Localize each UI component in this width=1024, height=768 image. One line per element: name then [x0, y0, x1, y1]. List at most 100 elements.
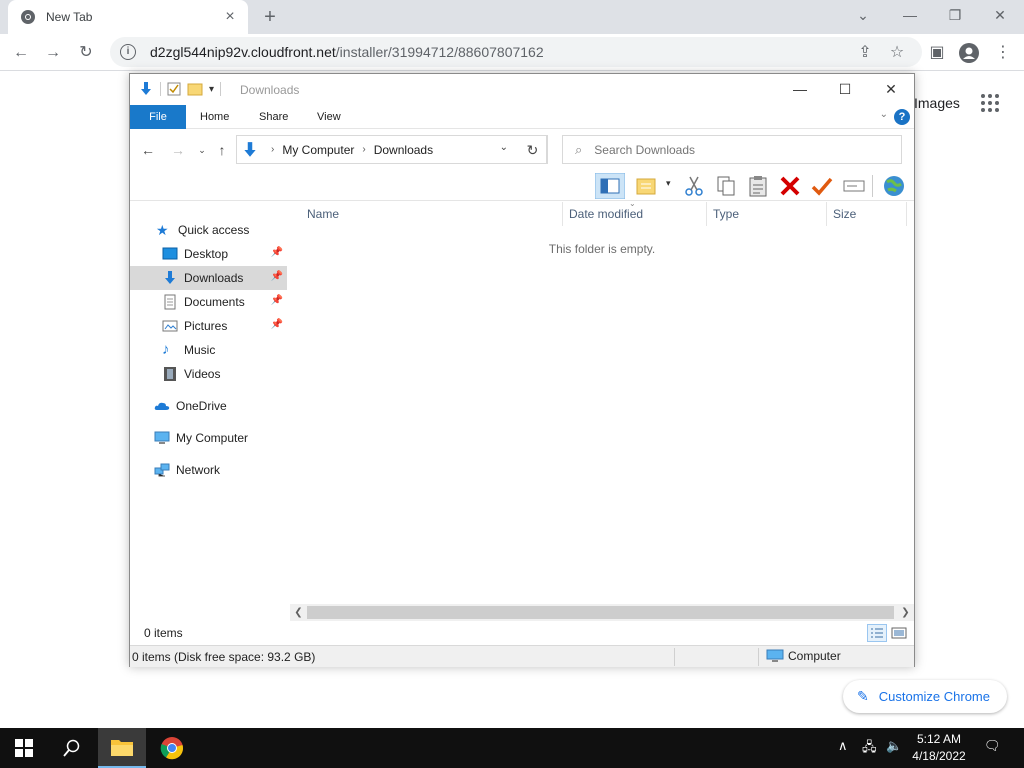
- help-icon[interactable]: ?: [894, 109, 910, 125]
- system-clock[interactable]: 5:12 AM 4/18/2022: [904, 731, 974, 765]
- breadcrumb-downloads[interactable]: Downloads: [374, 143, 433, 157]
- details-view-button[interactable]: [867, 624, 887, 642]
- chrome-favicon-icon: [21, 10, 35, 24]
- forward-button[interactable]: →: [40, 40, 66, 66]
- tab-file[interactable]: File: [130, 105, 186, 129]
- show-hidden-icons-icon[interactable]: ∧: [838, 738, 848, 754]
- browser-toolbar: ← → ↻ i d2zgl544nip92v.cloudfront.net/in…: [0, 34, 1024, 71]
- navigation-pane: ★ Quick access Desktop 📌 Downloads 📌 Doc…: [130, 202, 290, 613]
- cut-icon[interactable]: [682, 174, 706, 198]
- chrome-menu-icon[interactable]: ⋮: [990, 40, 1016, 66]
- bookmark-star-icon[interactable]: ☆: [884, 40, 910, 66]
- tab-home[interactable]: Home: [192, 105, 237, 129]
- sidebar-item-documents[interactable]: Documents 📌: [130, 290, 287, 314]
- site-info-icon[interactable]: i: [120, 44, 136, 60]
- start-button[interactable]: [0, 728, 48, 768]
- large-icons-view-button[interactable]: [889, 624, 909, 642]
- file-explorer-taskbar-button[interactable]: [98, 728, 146, 768]
- scroll-right-icon[interactable]: ❯: [897, 604, 914, 621]
- tab-search-icon[interactable]: ⌄: [848, 4, 878, 26]
- search-box[interactable]: ⌕: [562, 135, 902, 164]
- videos-icon: [164, 367, 176, 381]
- sidebar-item-pictures[interactable]: Pictures 📌: [130, 314, 287, 338]
- new-tab-button[interactable]: +: [258, 5, 282, 29]
- sidebar-item-quick-access[interactable]: ★ Quick access: [130, 218, 287, 242]
- nav-back-button[interactable]: ←: [138, 140, 158, 160]
- sidebar-item-label: Quick access: [178, 223, 250, 237]
- address-dropdown-icon[interactable]: ⌄: [500, 142, 508, 153]
- search-input[interactable]: [594, 142, 875, 157]
- tab-share[interactable]: Share: [251, 105, 296, 129]
- explorer-maximize-button[interactable]: ☐: [825, 78, 865, 100]
- network-globe-icon[interactable]: [882, 174, 906, 198]
- onedrive-cloud-icon: [154, 402, 170, 410]
- tab-close-icon[interactable]: ×: [222, 9, 238, 25]
- navigation-bar: ← → ⌄ ↑ › My Computer › Downloads ⌄ ↻ ⌕: [130, 130, 914, 170]
- volume-icon[interactable]: 🔈: [886, 738, 902, 754]
- tab-view[interactable]: View: [309, 105, 349, 129]
- recent-locations-button[interactable]: ⌄: [192, 140, 212, 160]
- sidebar-item-downloads[interactable]: Downloads 📌: [130, 266, 287, 290]
- browser-tab[interactable]: New Tab ×: [8, 0, 248, 34]
- explorer-close-button[interactable]: ✕: [871, 78, 911, 100]
- pencil-icon: ✎: [857, 688, 869, 704]
- paste-icon[interactable]: [746, 174, 770, 198]
- file-list[interactable]: Name Date modified ⌄ Type Size This fold…: [290, 199, 914, 602]
- omnibox[interactable]: i d2zgl544nip92v.cloudfront.net/installe…: [110, 37, 922, 67]
- qat-dropdown-icon[interactable]: ▾: [209, 84, 214, 95]
- new-folder-icon[interactable]: [187, 82, 203, 96]
- sidebar-item-videos[interactable]: Videos: [130, 362, 287, 386]
- properties-icon[interactable]: [167, 82, 181, 96]
- folder-options-dropdown-icon[interactable]: ▾: [666, 178, 671, 189]
- rename-icon[interactable]: [842, 174, 866, 198]
- sidebar-item-network[interactable]: Network: [130, 458, 287, 482]
- nav-forward-button[interactable]: →: [168, 140, 188, 160]
- status-divider: [674, 648, 675, 666]
- scrollbar-thumb[interactable]: [307, 606, 894, 619]
- sidebar-item-label: Downloads: [184, 271, 244, 285]
- ribbon: File Home Share View ⌄ ?: [130, 105, 914, 129]
- breadcrumb-my-computer[interactable]: My Computer: [282, 143, 354, 157]
- restore-button[interactable]: ❐: [940, 4, 970, 26]
- delete-icon[interactable]: [778, 174, 802, 198]
- clock-date: 4/18/2022: [912, 749, 966, 763]
- back-button[interactable]: ←: [8, 40, 34, 66]
- share-icon[interactable]: ⇪: [852, 40, 878, 66]
- profile-avatar[interactable]: [956, 40, 982, 66]
- breadcrumb-separator-icon[interactable]: ›: [271, 144, 274, 155]
- up-button[interactable]: ↑: [212, 140, 232, 160]
- computer-icon: [766, 649, 784, 662]
- sidebar-item-music[interactable]: ♪ Music: [130, 338, 287, 362]
- notifications-icon[interactable]: 🗨: [984, 738, 1001, 754]
- sidebar-item-desktop[interactable]: Desktop 📌: [130, 242, 287, 266]
- google-apps-icon[interactable]: [980, 93, 1000, 113]
- column-header-name[interactable]: Name: [301, 202, 563, 226]
- explorer-minimize-button[interactable]: —: [780, 78, 820, 100]
- check-icon[interactable]: [810, 174, 834, 198]
- images-link[interactable]: Images: [914, 95, 960, 111]
- refresh-button[interactable]: ↻: [518, 135, 548, 164]
- folder-options-icon[interactable]: [635, 174, 659, 198]
- reload-button[interactable]: ↻: [73, 40, 99, 66]
- network-tray-icon[interactable]: 🖧: [862, 738, 877, 760]
- search-taskbar-button[interactable]: [48, 728, 96, 768]
- chrome-taskbar-button[interactable]: [148, 728, 196, 768]
- url-text[interactable]: d2zgl544nip92v.cloudfront.net/installer/…: [150, 44, 544, 60]
- column-header-type[interactable]: Type: [707, 202, 827, 226]
- horizontal-scrollbar[interactable]: ❮ ❯: [290, 604, 914, 621]
- sidebar-item-onedrive[interactable]: OneDrive: [130, 394, 287, 418]
- close-browser-button[interactable]: ✕: [985, 4, 1015, 26]
- side-panel-icon[interactable]: ▣: [924, 40, 950, 66]
- sidebar-item-my-computer[interactable]: My Computer: [130, 426, 287, 450]
- status-divider: [758, 648, 759, 666]
- preview-pane-icon[interactable]: [595, 173, 625, 199]
- ribbon-expand-icon[interactable]: ⌄: [880, 109, 888, 120]
- column-header-size[interactable]: Size: [827, 202, 907, 226]
- minimize-button[interactable]: —: [895, 4, 925, 26]
- scroll-left-icon[interactable]: ❮: [290, 604, 307, 621]
- star-icon: ★: [156, 222, 169, 238]
- copy-icon[interactable]: [714, 174, 738, 198]
- breadcrumb-separator-icon[interactable]: ›: [362, 144, 365, 155]
- customize-chrome-button[interactable]: ✎ Customize Chrome: [843, 680, 1007, 713]
- address-bar[interactable]: › My Computer › Downloads ⌄: [236, 135, 547, 164]
